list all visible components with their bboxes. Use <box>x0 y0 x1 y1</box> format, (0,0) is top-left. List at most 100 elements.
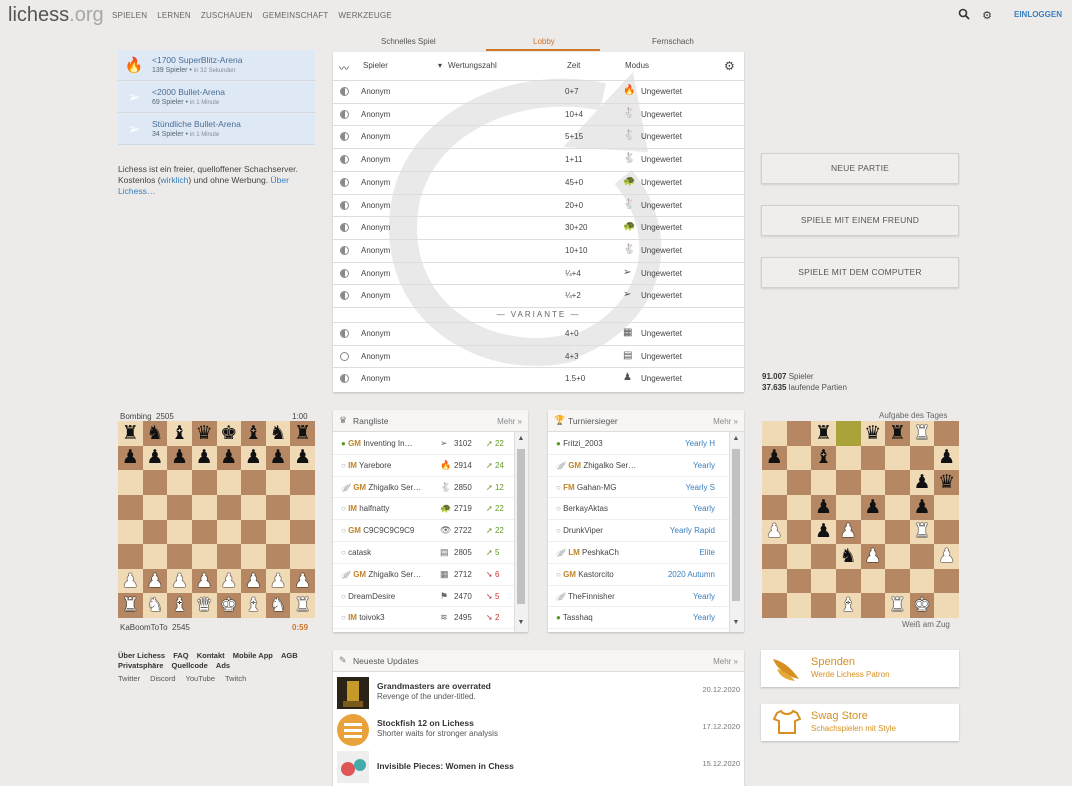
white-piece-icon[interactable]: ♟ <box>294 572 311 591</box>
tournament-link[interactable]: Yearly S <box>686 483 716 492</box>
white-piece-icon[interactable]: ♟ <box>196 572 213 591</box>
col-mode[interactable]: Modus <box>625 61 649 70</box>
board-square[interactable] <box>191 519 217 545</box>
board-square[interactable]: ♛ <box>934 470 959 495</box>
board-square[interactable] <box>142 544 168 569</box>
white-piece-icon[interactable]: ♟ <box>840 522 857 541</box>
board-square[interactable]: ♟ <box>118 568 143 594</box>
search-icon[interactable] <box>957 8 971 22</box>
footer-link[interactable]: Quellcode <box>172 661 208 670</box>
black-piece-icon[interactable]: ♟ <box>146 448 163 467</box>
white-piece-icon[interactable]: ♟ <box>171 572 188 591</box>
board-square[interactable] <box>167 470 192 495</box>
white-piece-icon[interactable]: ♟ <box>220 572 237 591</box>
black-piece-icon[interactable]: ♟ <box>171 448 188 467</box>
board-square[interactable]: ♟ <box>909 470 935 495</box>
play-with-computer-button[interactable]: SPIELE MIT DEM COMPUTER <box>761 257 959 288</box>
board-square[interactable]: ♟ <box>241 445 266 471</box>
lobby-row[interactable]: Anonym 5+15 🐇 Ungewertet <box>333 125 744 148</box>
board-square[interactable] <box>265 494 291 520</box>
white-piece-icon[interactable]: ♟ <box>864 547 881 566</box>
board-square[interactable] <box>860 568 886 594</box>
donate-promo[interactable]: Spenden Werde Lichess Patron <box>761 650 959 687</box>
winners-more-link[interactable]: Mehr » <box>713 417 738 426</box>
board-square[interactable] <box>118 544 143 569</box>
board-square[interactable]: ♟ <box>216 568 242 594</box>
winners-scrollbar[interactable]: ▲ ▼ <box>729 432 744 632</box>
board-square[interactable]: ♞ <box>142 421 168 446</box>
news-item[interactable]: Stockfish 12 on Lichess Shorter waits fo… <box>333 711 744 748</box>
leaderboard-row[interactable]: ○ GM C9C9C9C9C9 👁 2722 ➚ 22 <box>333 520 514 542</box>
board-square[interactable]: ♝ <box>835 593 861 618</box>
scroll-thumb[interactable] <box>517 449 525 604</box>
board-square[interactable]: ♜ <box>909 519 935 545</box>
board-square[interactable] <box>290 519 315 545</box>
board-square[interactable]: ♟ <box>762 519 787 545</box>
tournament-link[interactable]: Yearly <box>693 592 715 601</box>
board-square[interactable]: ♝ <box>167 593 192 618</box>
board-square[interactable] <box>762 568 787 594</box>
black-piece-icon[interactable]: ♜ <box>294 424 311 443</box>
board-square[interactable] <box>786 519 812 545</box>
white-piece-icon[interactable]: ♟ <box>146 572 163 591</box>
board-square[interactable]: ♜ <box>118 421 143 446</box>
black-piece-icon[interactable]: ♟ <box>864 498 881 517</box>
black-piece-icon[interactable]: ♛ <box>938 473 955 492</box>
board-square[interactable]: ♟ <box>191 568 217 594</box>
leaderboard-scrollbar[interactable]: ▲ ▼ <box>514 432 528 632</box>
black-piece-icon[interactable]: ♟ <box>914 473 931 492</box>
play-with-friend-button[interactable]: SPIELE MIT EINEM FREUND <box>761 205 959 236</box>
board-square[interactable]: ♟ <box>835 519 861 545</box>
black-piece-icon[interactable]: ♚ <box>220 424 237 443</box>
swag-store-promo[interactable]: Swag Store Schachspielen mit Style <box>761 704 959 741</box>
board-square[interactable]: ♜ <box>909 421 935 446</box>
puzzle-title[interactable]: Aufgabe des Tages <box>879 411 947 420</box>
board-square[interactable] <box>265 519 291 545</box>
lobby-row[interactable]: Anonym 4+3 ▤ Ungewertet <box>333 344 744 368</box>
board-square[interactable]: ♟ <box>191 445 217 471</box>
board-square[interactable]: ♟ <box>909 494 935 520</box>
board-square[interactable] <box>241 494 266 520</box>
black-piece-icon[interactable]: ♛ <box>196 424 213 443</box>
board-square[interactable]: ♟ <box>860 544 886 569</box>
board-square[interactable]: ♟ <box>811 519 836 545</box>
nav-play[interactable]: SPIELEN <box>112 11 147 20</box>
board-square[interactable] <box>934 494 959 520</box>
board-square[interactable] <box>216 519 242 545</box>
footer-link[interactable]: Privatsphäre <box>118 661 163 670</box>
leaderboard-row[interactable]: ● GM Inventing In… ➢ 3102 ➚ 22 <box>333 433 514 455</box>
social-link[interactable]: Twitter <box>118 674 140 683</box>
black-piece-icon[interactable]: ♟ <box>220 448 237 467</box>
footer-link[interactable]: FAQ <box>173 651 188 660</box>
board-square[interactable] <box>191 470 217 495</box>
black-piece-icon[interactable]: ♟ <box>122 448 139 467</box>
board-square[interactable]: ♟ <box>934 544 959 569</box>
tournament-link[interactable]: Yearly <box>693 504 715 513</box>
board-square[interactable] <box>290 544 315 569</box>
black-piece-icon[interactable]: ♜ <box>815 424 832 443</box>
site-logo[interactable]: lichess.org <box>8 4 104 27</box>
footer-link[interactable]: Kontakt <box>197 651 225 660</box>
board-square[interactable] <box>811 470 836 495</box>
scroll-down-icon[interactable]: ▼ <box>516 619 526 626</box>
scroll-up-icon[interactable]: ▲ <box>516 435 526 442</box>
board-square[interactable]: ♟ <box>860 494 886 520</box>
board-square[interactable]: ♚ <box>909 593 935 618</box>
winner-row[interactable]: ● Tasshaq Yearly <box>548 607 729 630</box>
lobby-row[interactable]: Anonym 45+0 🐢 Ungewertet <box>333 170 744 194</box>
white-piece-icon[interactable]: ♛ <box>196 596 213 615</box>
white-piece-icon[interactable]: ♜ <box>294 596 311 615</box>
board-square[interactable]: ♛ <box>860 421 886 446</box>
black-piece-icon[interactable]: ♛ <box>864 424 881 443</box>
black-piece-icon[interactable]: ♟ <box>270 448 287 467</box>
social-link[interactable]: Twitch <box>225 674 246 683</box>
board-square[interactable] <box>118 470 143 495</box>
board-square[interactable] <box>885 445 910 471</box>
white-piece-icon[interactable]: ♞ <box>270 596 287 615</box>
board-square[interactable] <box>786 568 812 594</box>
winner-row[interactable]: ● Fritzi_2003 Yearly H <box>548 433 729 455</box>
board-square[interactable] <box>786 470 812 495</box>
winner-row[interactable]: 🪽 LM PeshkaCh Elite <box>548 542 729 564</box>
board-square[interactable] <box>811 593 836 618</box>
board-square[interactable]: ♞ <box>265 593 291 618</box>
